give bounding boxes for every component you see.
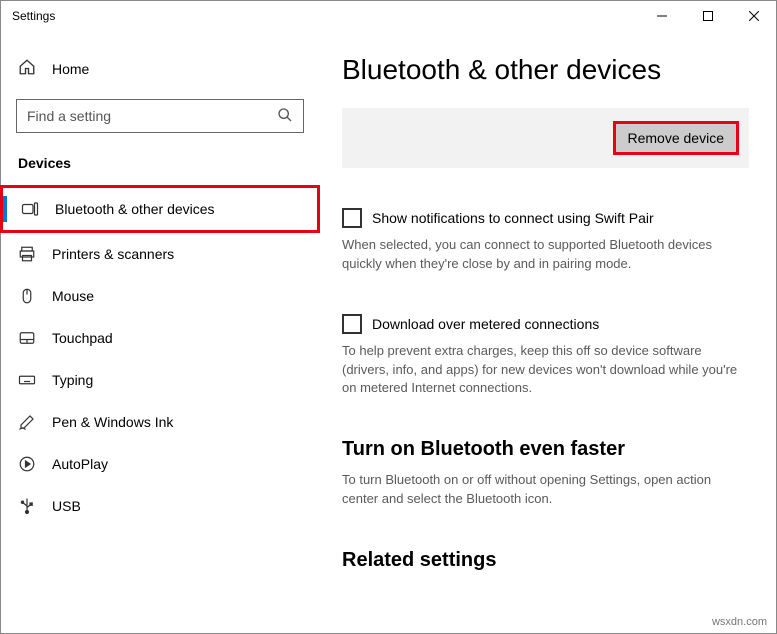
sidebar-item-typing[interactable]: Typing	[0, 359, 320, 401]
close-button[interactable]	[731, 0, 777, 32]
maximize-button[interactable]	[685, 0, 731, 32]
bluetooth-device-icon	[21, 200, 39, 218]
sidebar-item-touchpad[interactable]: Touchpad	[0, 317, 320, 359]
sidebar-item-label: Pen & Windows Ink	[52, 414, 173, 430]
mouse-icon	[18, 287, 36, 305]
swift-pair-description: When selected, you can connect to suppor…	[342, 236, 749, 274]
faster-description: To turn Bluetooth on or off without open…	[342, 471, 749, 509]
section-heading: Devices	[0, 151, 320, 185]
watermark: wsxdn.com	[712, 616, 767, 628]
sidebar-item-label: Bluetooth & other devices	[55, 201, 215, 217]
page-title: Bluetooth & other devices	[342, 54, 749, 86]
keyboard-icon	[18, 371, 36, 389]
sidebar-item-label: Typing	[52, 372, 93, 388]
printer-icon	[18, 245, 36, 263]
metered-description: To help prevent extra charges, keep this…	[342, 342, 749, 399]
content-pane: Bluetooth & other devices Remove device …	[320, 32, 777, 634]
checkbox-icon[interactable]	[342, 208, 362, 228]
swift-pair-label: Show notifications to connect using Swif…	[372, 210, 654, 226]
remove-device-button[interactable]: Remove device	[613, 121, 740, 155]
checkbox-icon[interactable]	[342, 314, 362, 334]
sidebar-item-label: Mouse	[52, 288, 94, 304]
home-icon	[18, 58, 36, 79]
search-input[interactable]: Find a setting	[16, 99, 304, 133]
search-placeholder: Find a setting	[27, 108, 111, 124]
title-bar: Settings	[0, 0, 777, 32]
search-icon	[277, 107, 293, 126]
metered-label: Download over metered connections	[372, 316, 599, 332]
sidebar-item-pen[interactable]: Pen & Windows Ink	[0, 401, 320, 443]
device-action-bar: Remove device	[342, 108, 749, 168]
autoplay-icon	[18, 455, 36, 473]
sidebar-item-label: Touchpad	[52, 330, 113, 346]
home-nav[interactable]: Home	[0, 50, 320, 87]
usb-icon	[18, 497, 36, 515]
pen-icon	[18, 413, 36, 431]
minimize-button[interactable]	[639, 0, 685, 32]
window-title: Settings	[12, 9, 639, 23]
related-heading: Related settings	[342, 549, 749, 572]
metered-option[interactable]: Download over metered connections	[342, 314, 749, 334]
sidebar-item-label: Printers & scanners	[52, 246, 174, 262]
touchpad-icon	[18, 329, 36, 347]
sidebar-item-label: USB	[52, 498, 81, 514]
window-controls	[639, 0, 777, 32]
faster-heading: Turn on Bluetooth even faster	[342, 438, 749, 461]
sidebar: Home Find a setting Devices Bluetooth & …	[0, 32, 320, 634]
sidebar-item-autoplay[interactable]: AutoPlay	[0, 443, 320, 485]
sidebar-item-mouse[interactable]: Mouse	[0, 275, 320, 317]
sidebar-item-bluetooth[interactable]: Bluetooth & other devices	[0, 185, 320, 233]
sidebar-item-label: AutoPlay	[52, 456, 108, 472]
sidebar-item-printers[interactable]: Printers & scanners	[0, 233, 320, 275]
swift-pair-option[interactable]: Show notifications to connect using Swif…	[342, 208, 749, 228]
home-label: Home	[52, 61, 89, 77]
sidebar-item-usb[interactable]: USB	[0, 485, 320, 527]
